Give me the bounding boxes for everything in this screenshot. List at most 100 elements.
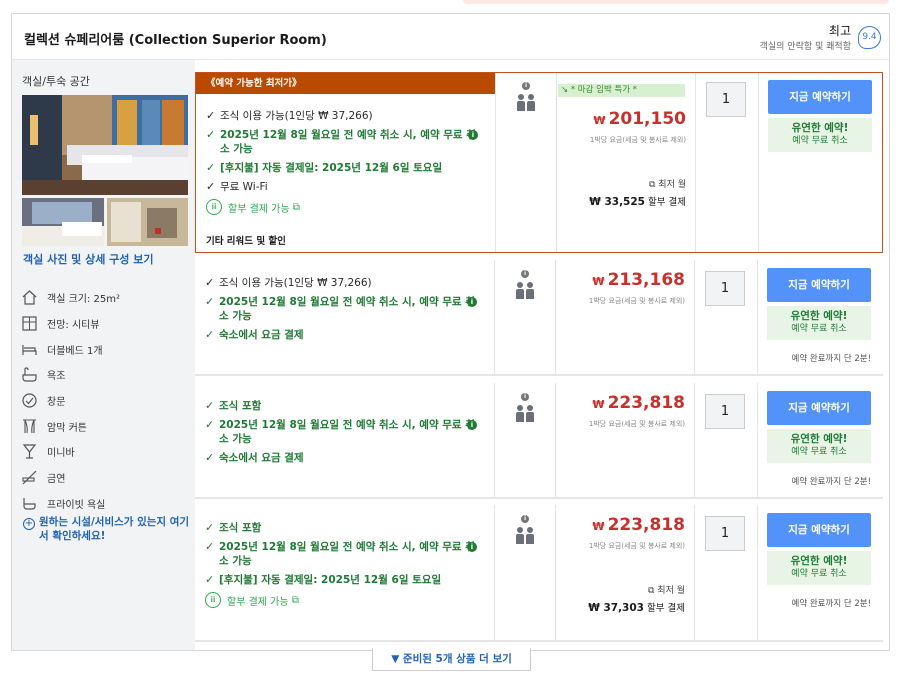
currency-symbol: ₩: [592, 275, 605, 288]
check-icon: ✓: [205, 418, 215, 431]
room-photo-main[interactable]: [22, 95, 188, 195]
amenity-label: 전망: 시티뷰: [47, 320, 100, 332]
divider: [757, 383, 758, 497]
info-icon[interactable]: i: [522, 82, 530, 90]
info-icon[interactable]: i: [467, 420, 477, 430]
check-icon: ✓: [205, 276, 215, 289]
top-strip: [463, 0, 889, 4]
price-value: 213,168: [607, 270, 685, 290]
flexible-booking-box: 유연한 예약! 예약 무료 취소: [768, 118, 872, 152]
info-icon[interactable]: i: [521, 393, 529, 401]
amenity-label: 금연: [47, 474, 66, 486]
show-more-button[interactable]: ▼ 준비된 5개 상품 더 보기: [372, 648, 531, 671]
feature-item: ✓ 2025년 12월 8일 월요일 전 예약 취소 시, 예약 무료 취소 가능…: [206, 128, 478, 156]
installment-link[interactable]: ⅲ 할부 결제 가능 ⧉: [206, 199, 478, 215]
person-icon: [516, 527, 524, 544]
installment-label: ⧉ 최저 월: [649, 180, 686, 190]
info-icon[interactable]: i: [521, 270, 529, 278]
amenity-label: 프라이빗 욕실: [47, 499, 106, 511]
room-size-icon: [22, 290, 37, 305]
book-now-button[interactable]: 지금 예약하기: [767, 391, 871, 425]
person-icon: [516, 405, 524, 422]
amenity-item: 창문: [21, 388, 191, 414]
person-icon: [526, 527, 534, 544]
curtain-icon: [23, 419, 36, 433]
price: ₩223,818: [592, 393, 685, 413]
offer-row: ✓ 조식 포함 ✓ 2025년 12월 8일 월요일 전 예약 취소 시, 예약 무…: [195, 505, 883, 642]
offer-row: ✓ 조식 이용 가능(1인당 ₩ 37,266) ✓ 2025년 12월 8일 월요…: [195, 260, 883, 376]
book-now-button[interactable]: 지금 예약하기: [767, 513, 871, 547]
flexible-booking-box: 유연한 예약! 예약 무료 취소: [767, 429, 871, 463]
check-icon: ✓: [206, 180, 216, 193]
room-photo-thumb-2[interactable]: [107, 198, 188, 246]
room-photos-link[interactable]: 객실 사진 및 상세 구성 보기: [23, 251, 153, 267]
occupancy: i: [495, 515, 555, 547]
minibar-icon: [22, 444, 37, 460]
check-icon: ✓: [206, 161, 216, 174]
price-value: 201,150: [608, 109, 686, 129]
quantity-select[interactable]: 1: [705, 394, 745, 429]
rating-subtitle: 객실의 안락함 및 쾌적함: [759, 42, 851, 52]
currency-symbol: ₩: [592, 398, 605, 411]
room-photo-thumb-1[interactable]: [22, 198, 104, 246]
price-value: 223,818: [607, 393, 685, 413]
bathtub-icon: [22, 367, 37, 383]
price-column: ₩213,168 1박당 요금(세금 및 봉사료 제외): [555, 260, 695, 374]
installment-amount: ₩ 37,303 할부 결제: [588, 602, 685, 614]
booking-note: 예약 완료까지 단 2분!: [791, 354, 871, 364]
price-column: ₩223,818 1박당 요금(세금 및 봉사료 제외): [555, 383, 695, 497]
amenity-item: 욕조: [21, 362, 191, 388]
feature-item: ✓ 2025년 12월 8일 월요일 전 예약 취소 시, 예약 무료 취소 가능…: [205, 295, 477, 323]
amenity-label: 더블베드 1개: [47, 345, 103, 357]
installment-link[interactable]: ⅲ 할부 결제 가능 ⧉: [205, 592, 477, 608]
check-icon: ✓: [205, 295, 215, 308]
bed-icon: [22, 344, 37, 355]
no-smoking-icon: [22, 470, 37, 485]
installment-label: ⧉ 최저 월: [648, 586, 685, 596]
best-price-ribbon: 《예약 가능한 최저가》: [196, 73, 495, 94]
offer-features: ✓ 조식 이용 가능(1인당 ₩ 37,266) ✓ 2025년 12월 8일 월요…: [206, 109, 478, 215]
other-rewards-label: 기타 리워드 및 할인: [206, 236, 286, 247]
room-title: 컬렉션 슈페리어룸 (Collection Superior Room): [24, 33, 327, 48]
info-icon[interactable]: i: [467, 297, 477, 307]
booking-note: 예약 완료까지 단 2분!: [791, 599, 871, 609]
check-icon: ✓: [205, 399, 215, 412]
book-now-button[interactable]: 지금 예약하기: [768, 80, 872, 114]
price-note: 1박당 요금(세금 및 봉사료 제외): [588, 542, 685, 550]
occupancy: i: [495, 270, 555, 302]
flexible-booking-box: 유연한 예약! 예약 무료 취소: [767, 551, 871, 585]
divider: [758, 73, 759, 252]
price: ₩213,168: [592, 270, 685, 290]
external-link-icon: ⧉: [292, 201, 300, 213]
amenity-more-text: 원하는 시설/서비스가 있는지 여기서 확인하세요!: [39, 516, 190, 542]
offer-row: ✓ 조식 포함 ✓ 2025년 12월 8일 월요일 전 예약 취소 시, 예약 무…: [195, 383, 883, 499]
price: ₩201,150: [593, 109, 686, 129]
price: ₩223,818: [592, 515, 685, 535]
quantity-select[interactable]: 1: [706, 82, 746, 117]
quantity-select[interactable]: 1: [705, 271, 745, 306]
offer-features: ✓ 조식 포함 ✓ 2025년 12월 8일 월요일 전 예약 취소 시, 예약 무…: [205, 399, 477, 470]
amenity-more-link[interactable]: + 원하는 시설/서비스가 있는지 여기서 확인하세요!: [23, 515, 191, 543]
currency-symbol: ₩: [593, 114, 606, 127]
amenity-item: 암막 커튼: [21, 413, 191, 439]
plus-icon: +: [23, 518, 35, 530]
price-note: 1박당 요금(세금 및 봉사료 제외): [588, 297, 685, 305]
booking-column: 지금 예약하기 유연한 예약! 예약 무료 취소: [768, 80, 876, 152]
amenity-item: 미니바: [21, 439, 191, 465]
person-icon: [516, 282, 524, 299]
book-now-button[interactable]: 지금 예약하기: [767, 268, 871, 302]
rating-word: 최고: [828, 24, 851, 38]
feature-item: ✓ [후지불] 자동 결제일: 2025년 12월 6일 토요일: [206, 161, 443, 174]
last-minute-badge: ↘ * 마감 임박 특가 *: [558, 84, 685, 97]
quantity-select[interactable]: 1: [705, 516, 745, 551]
info-icon[interactable]: i: [521, 515, 529, 523]
room-header: 컬렉션 슈페리어룸 (Collection Superior Room) 최고 …: [12, 14, 889, 60]
check-icon: ✓: [206, 128, 216, 141]
info-icon[interactable]: i: [467, 542, 477, 552]
offer-row: 《예약 가능한 최저가》 ✓ 조식 이용 가능(1인당 ₩ 37,266) ✓ 20…: [195, 72, 883, 253]
rating-badge: 9.4: [858, 26, 881, 49]
info-icon[interactable]: i: [468, 130, 478, 140]
installment-amount: ₩ 33,525 할부 결제: [589, 196, 686, 208]
room-card: 컬렉션 슈페리어룸 (Collection Superior Room) 최고 …: [11, 13, 890, 651]
feature-item: ✓ 조식 포함: [205, 521, 262, 534]
